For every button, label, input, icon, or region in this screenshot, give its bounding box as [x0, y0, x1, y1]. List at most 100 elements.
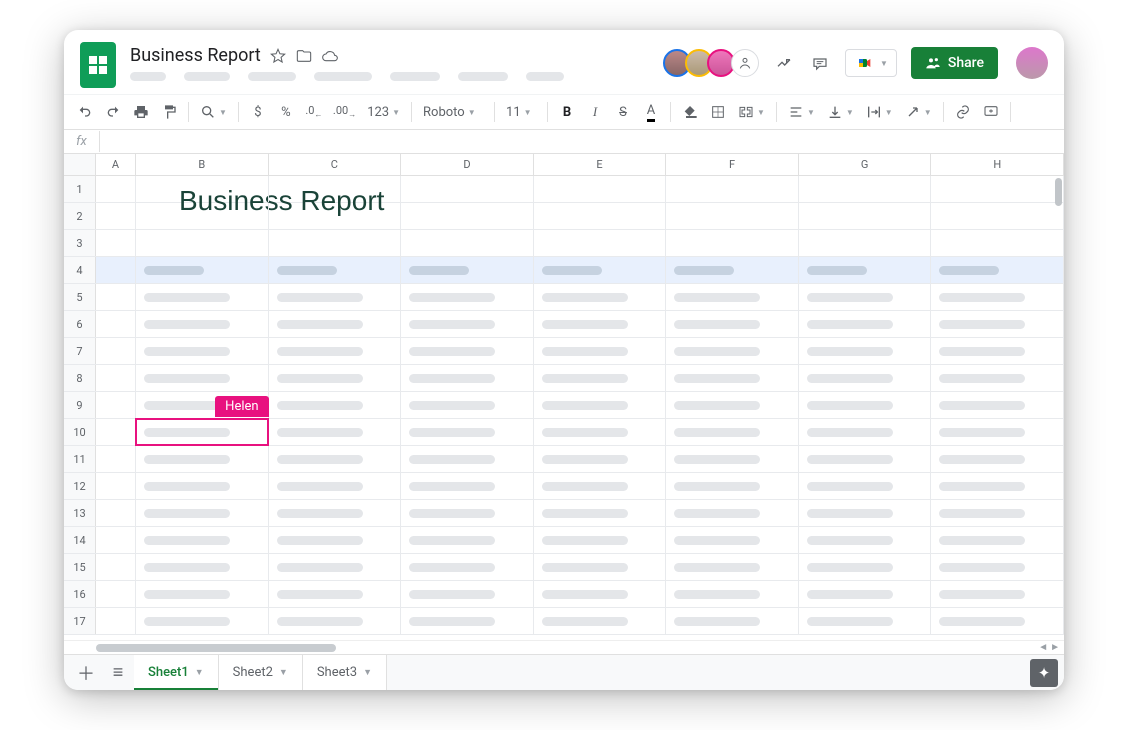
row-header[interactable]: 5 — [64, 284, 96, 310]
cell[interactable] — [401, 230, 534, 256]
column-header[interactable]: D — [401, 154, 534, 175]
cell[interactable] — [401, 500, 534, 526]
row-header[interactable]: 10 — [64, 419, 96, 445]
cell[interactable] — [799, 203, 932, 229]
cell[interactable] — [931, 392, 1064, 418]
cell[interactable] — [534, 608, 667, 634]
cell[interactable] — [136, 527, 269, 553]
cell[interactable] — [666, 473, 799, 499]
cell[interactable]: Helen — [136, 419, 269, 445]
column-header[interactable]: B — [136, 154, 269, 175]
cell[interactable] — [136, 203, 269, 229]
star-icon[interactable] — [269, 47, 287, 65]
cell[interactable] — [931, 581, 1064, 607]
cell[interactable] — [136, 581, 269, 607]
cell[interactable] — [401, 176, 534, 202]
cell[interactable] — [269, 311, 402, 337]
font-family-dropdown[interactable]: Roboto▼ — [418, 99, 488, 125]
cell[interactable] — [96, 446, 136, 472]
cell[interactable] — [799, 446, 932, 472]
version-history-icon[interactable] — [773, 52, 795, 74]
cell[interactable] — [401, 419, 534, 445]
cell[interactable] — [96, 203, 136, 229]
cell[interactable] — [136, 608, 269, 634]
cell[interactable] — [931, 311, 1064, 337]
cell[interactable] — [269, 419, 402, 445]
cell[interactable] — [534, 473, 667, 499]
cell[interactable] — [401, 311, 534, 337]
cell[interactable] — [534, 446, 667, 472]
cell[interactable] — [799, 365, 932, 391]
cell[interactable] — [269, 230, 402, 256]
meet-button[interactable]: ▼ — [845, 49, 897, 77]
cell[interactable] — [931, 365, 1064, 391]
cell[interactable] — [401, 554, 534, 580]
cell[interactable] — [269, 527, 402, 553]
strikethrough-button[interactable]: S — [610, 99, 636, 125]
cell[interactable] — [136, 176, 269, 202]
cell[interactable] — [666, 203, 799, 229]
cell[interactable] — [931, 203, 1064, 229]
currency-button[interactable]: $ — [245, 99, 271, 125]
text-color-button[interactable]: A — [638, 99, 664, 125]
column-header[interactable]: E — [534, 154, 667, 175]
fill-color-button[interactable] — [677, 99, 703, 125]
cell[interactable] — [799, 284, 932, 310]
cell[interactable] — [799, 311, 932, 337]
cell[interactable] — [931, 230, 1064, 256]
vertical-align-button[interactable]: ▼ — [822, 99, 859, 125]
cell[interactable] — [401, 608, 534, 634]
account-avatar[interactable] — [1016, 47, 1048, 79]
row-header[interactable]: 17 — [64, 608, 96, 634]
menu-item[interactable] — [390, 72, 440, 81]
cell[interactable] — [534, 500, 667, 526]
cell[interactable] — [136, 500, 269, 526]
all-sheets-button[interactable]: ≡ — [102, 657, 134, 689]
cell[interactable] — [534, 203, 667, 229]
undo-button[interactable] — [72, 99, 98, 125]
cell[interactable] — [136, 554, 269, 580]
row-header[interactable]: 3 — [64, 230, 96, 256]
cell[interactable] — [666, 311, 799, 337]
cell[interactable] — [534, 311, 667, 337]
percent-button[interactable]: % — [273, 99, 299, 125]
cell[interactable] — [534, 392, 667, 418]
redo-button[interactable] — [100, 99, 126, 125]
cell[interactable] — [931, 176, 1064, 202]
cell[interactable] — [534, 176, 667, 202]
menu-item[interactable] — [184, 72, 230, 81]
cell[interactable] — [534, 527, 667, 553]
cell[interactable] — [401, 257, 534, 283]
cell[interactable] — [269, 473, 402, 499]
cell[interactable] — [534, 230, 667, 256]
cell[interactable] — [401, 365, 534, 391]
cell[interactable] — [136, 230, 269, 256]
zoom-dropdown[interactable]: ▼ — [195, 99, 232, 125]
cell[interactable] — [96, 257, 136, 283]
menu-item[interactable] — [130, 72, 166, 81]
cell[interactable] — [666, 527, 799, 553]
menu-item[interactable] — [314, 72, 372, 81]
cell[interactable] — [534, 284, 667, 310]
cell[interactable] — [931, 554, 1064, 580]
cell[interactable] — [534, 419, 667, 445]
grid-body[interactable]: Business Report 12345678910Helen11121314… — [64, 176, 1064, 640]
row-header[interactable]: 7 — [64, 338, 96, 364]
cell[interactable] — [666, 392, 799, 418]
menu-item[interactable] — [248, 72, 296, 81]
text-wrap-button[interactable]: ▼ — [861, 99, 898, 125]
cell[interactable] — [96, 311, 136, 337]
row-header[interactable]: 13 — [64, 500, 96, 526]
row-header[interactable]: 8 — [64, 365, 96, 391]
menu-bar[interactable] — [130, 72, 655, 81]
cell[interactable] — [136, 257, 269, 283]
italic-button[interactable]: I — [582, 99, 608, 125]
cell[interactable] — [269, 284, 402, 310]
cell[interactable] — [931, 338, 1064, 364]
anonymous-avatar[interactable] — [731, 49, 759, 77]
menu-item[interactable] — [458, 72, 508, 81]
cell[interactable] — [96, 554, 136, 580]
row-header[interactable]: 16 — [64, 581, 96, 607]
cell[interactable] — [931, 608, 1064, 634]
cell[interactable] — [96, 338, 136, 364]
